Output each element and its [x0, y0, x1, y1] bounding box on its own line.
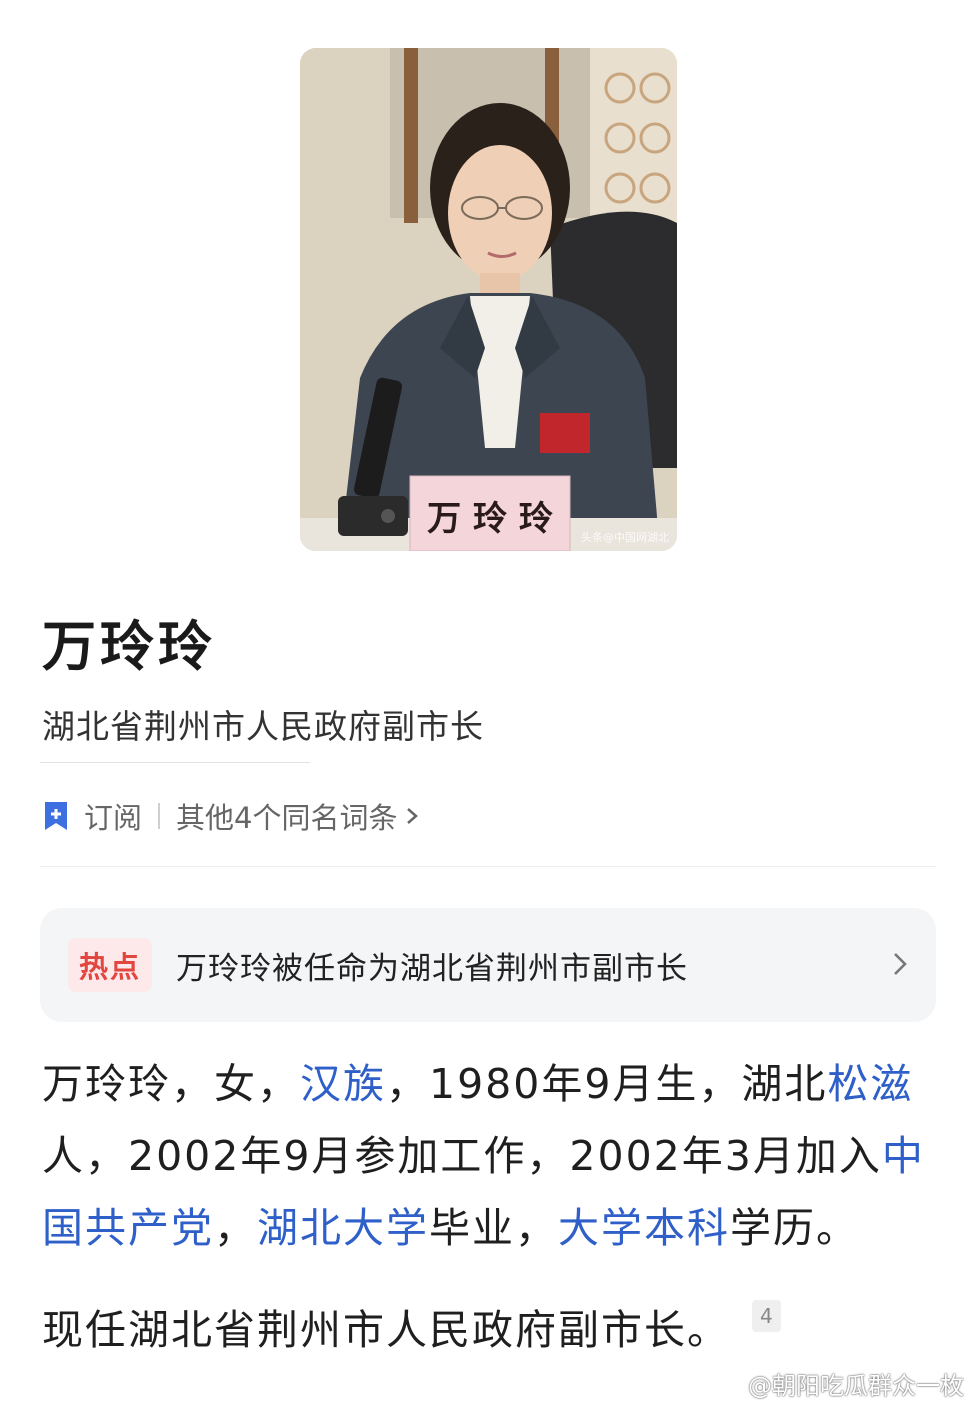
meta-separator: [158, 803, 161, 829]
text-span: 学历。: [730, 1204, 859, 1252]
meta-row: 订阅 其他4个同名词条: [42, 796, 419, 836]
hometown-link[interactable]: 松滋: [827, 1060, 913, 1108]
text-span: 人，2002年9月参加工作，2002年3月加入: [42, 1132, 882, 1180]
photo-credit: 头条@中国网湖北: [581, 531, 669, 544]
hot-badge: 热点: [68, 938, 153, 992]
text-span: ，1980年9月生，湖北: [386, 1060, 828, 1108]
text-span: 万玲玲，女，: [42, 1060, 300, 1108]
page-title: 万玲玲: [42, 615, 216, 678]
chevron-right-icon: [407, 808, 419, 824]
chevron-right-icon: [894, 953, 907, 975]
position-paragraph: 现任湖北省荆州市人民政府副市长。 4: [42, 1294, 936, 1366]
portrait-photo[interactable]: 万 玲 玲 头条@中国网湖北: [300, 48, 677, 551]
subscribe-icon[interactable]: [42, 800, 70, 832]
summary-paragraph: 万玲玲，女，汉族，1980年9月生，湖北松滋人，2002年9月参加工作，2002…: [42, 1048, 936, 1264]
page-subtitle: 湖北省荆州市人民政府副市长: [42, 707, 484, 746]
portrait-illustration: 万 玲 玲: [300, 48, 677, 551]
text-span: 毕业，: [429, 1204, 558, 1252]
divider: [40, 866, 936, 867]
weibo-icon: [713, 1372, 740, 1395]
degree-link[interactable]: 大学本科: [558, 1204, 730, 1252]
other-entries-link[interactable]: 其他4个同名词条: [176, 795, 397, 837]
nameplate-text: 万 玲 玲: [427, 499, 553, 539]
reference-badge[interactable]: 4: [752, 1300, 781, 1332]
text-span: 现任湖北省荆州市人民政府副市长。: [42, 1306, 730, 1354]
text-span: ，: [214, 1204, 257, 1252]
watermark-text: @朝阳吃瓜群众一枚: [748, 1372, 964, 1400]
hot-topic-card[interactable]: 热点 万玲玲被任命为湖北省荆州市副市长: [40, 908, 936, 1022]
divider: [40, 762, 310, 763]
ethnicity-link[interactable]: 汉族: [300, 1060, 386, 1108]
hot-topic-text: 万玲玲被任命为湖北省荆州市副市长: [176, 950, 689, 987]
subscribe-button[interactable]: 订阅: [84, 795, 142, 837]
watermark: @朝阳吃瓜群众一枚: [712, 1366, 964, 1401]
university-link[interactable]: 湖北大学: [257, 1204, 429, 1252]
